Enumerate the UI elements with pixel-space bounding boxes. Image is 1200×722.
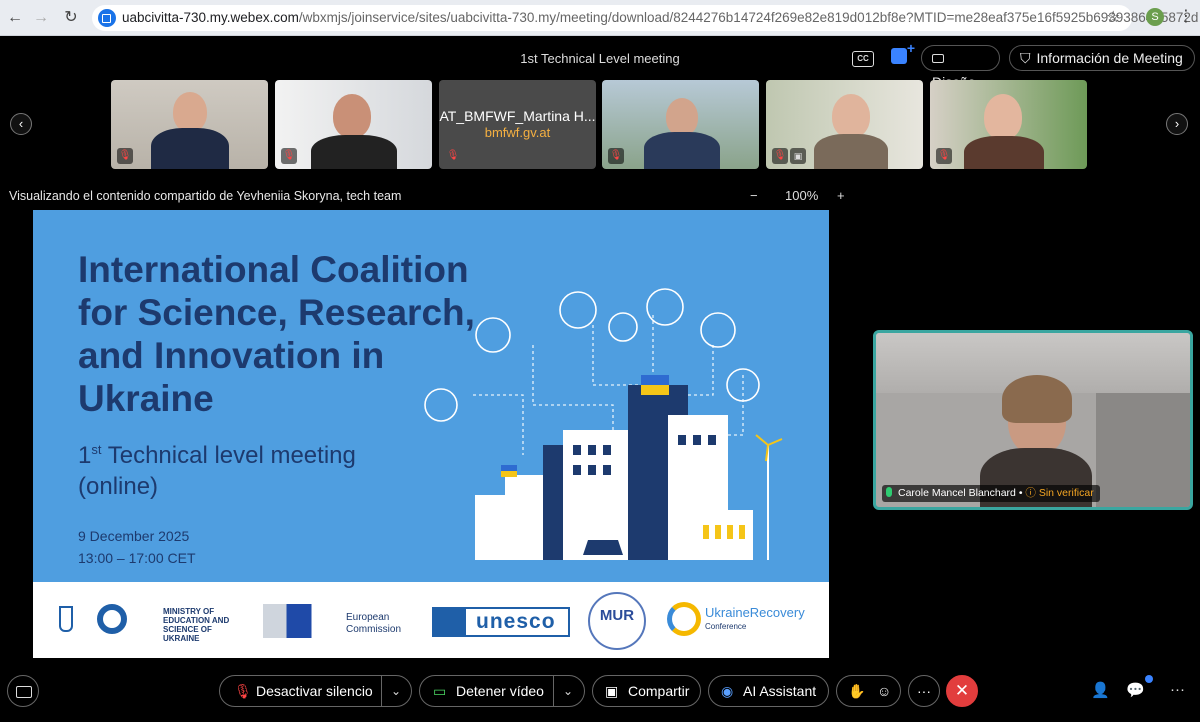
chat-icon[interactable]: 💬 (1126, 681, 1145, 699)
ai-assistant-label: AI Assistant (743, 683, 817, 699)
address-bar[interactable]: uabcivitta-730.my.webex.com/wbxmjs/joins… (92, 5, 1198, 31)
unesco-temple-icon (434, 609, 466, 635)
ai-assistant-button[interactable]: ◉ AI Assistant (708, 675, 829, 707)
reactions-group: ✋ ☺ (836, 675, 901, 707)
browser-menu-icon[interactable]: ⋮ (1178, 6, 1194, 26)
end-call-button[interactable]: ✕ (946, 675, 978, 707)
shield-icon: ⛉ (1020, 50, 1031, 66)
captions-icon[interactable]: CC (852, 51, 874, 67)
participant-domain: bmfwf.gv.at (484, 125, 551, 140)
share-button[interactable]: ▣ Compartir (592, 675, 701, 707)
ministry-name: MINISTRY OF EDUCATION AND SCIENCE OF UKR… (163, 607, 230, 643)
strip-next-button[interactable]: › (1166, 113, 1188, 135)
back-arrow-icon[interactable]: ← (4, 7, 26, 29)
bookmark-star-icon[interactable]: ☆ (1106, 7, 1120, 27)
muted-mic-icon: 🎙 (234, 683, 252, 699)
more-options-button[interactable]: ··· (908, 675, 940, 707)
muted-mic-icon: 🎙 (772, 148, 788, 164)
urc-name: UkraineRecovery Conference (705, 605, 805, 632)
unesco-logo: unesco (432, 607, 570, 637)
unverified-status: ⓘ Sin verificar (1025, 487, 1094, 499)
ai-assistant-icon: ◉ (721, 683, 734, 699)
more-panels-icon[interactable]: ··· (1170, 681, 1185, 698)
reload-icon[interactable]: ↻ (60, 7, 82, 29)
active-mic-icon (886, 487, 892, 497)
meeting-window: 1st Technical Level meeting CC Diseño ⛉I… (0, 37, 1200, 722)
urc-ring-icon (667, 602, 701, 636)
mur-logo: MUR (588, 592, 646, 650)
muted-mic-icon: 🎙 (936, 148, 952, 164)
layout-icon (932, 54, 944, 63)
muted-mic-icon: 🎙 (608, 148, 624, 164)
slide-subtitle: 1st Technical level meeting (online) (78, 442, 356, 500)
forward-arrow-icon[interactable]: → (30, 7, 52, 29)
profile-avatar[interactable]: S (1146, 8, 1164, 26)
participant-tile[interactable]: 🎙 (930, 80, 1087, 169)
participant-tile[interactable]: 🎙 (275, 80, 432, 169)
slide-illustration (424, 288, 783, 560)
participant-tile[interactable]: AT_BMFWF_Martina H... bmfwf.gv.at 🎙 (439, 80, 596, 169)
closed-captions-button[interactable] (7, 675, 39, 707)
url-text: uabcivitta-730.my.webex.com/wbxmjs/joins… (122, 10, 1199, 25)
participant-tile[interactable]: 🎙 (602, 80, 759, 169)
video-label: Detener vídeo (456, 683, 544, 699)
screen-share-indicator-icon: ▣ (790, 148, 806, 164)
share-screen-icon: ▣ (605, 683, 619, 699)
zoom-out-button[interactable]: − (750, 188, 758, 203)
shared-slide: International Coalition for Science, Res… (33, 210, 829, 658)
partner-logos-bar: MINISTRY OF EDUCATION AND SCIENCE OF UKR… (33, 582, 829, 658)
participant-tile[interactable]: 🎙 (111, 80, 268, 169)
active-speaker-video[interactable]: Carole Mancel Blanchard • ⓘ Sin verifica… (873, 330, 1193, 510)
participant-name: AT_BMFWF_Martina H... (439, 108, 596, 124)
muted-mic-icon: 🎙 (117, 148, 133, 164)
meeting-info-button[interactable]: ⛉ Información de Meeting (1009, 45, 1195, 71)
mute-button[interactable]: 🎙 Desactivar silencio ⌄ (219, 675, 412, 707)
raise-hand-icon[interactable]: ✋ (848, 676, 865, 706)
participant-tile[interactable]: 🎙 ▣ (766, 80, 923, 169)
browser-toolbar: ← → ↻ uabcivitta-730.my.webex.com/wbxmjs… (0, 0, 1200, 36)
chat-notification-dot (1145, 675, 1153, 683)
ec-name: European Commission (346, 612, 402, 635)
chevron-down-icon[interactable]: ⌄ (563, 676, 573, 706)
zoom-in-button[interactable]: + (837, 188, 845, 203)
slide-date: 9 December 2025 13:00 – 17:00 CET (78, 528, 196, 566)
emoji-icon[interactable]: ☺ (877, 676, 891, 706)
layout-button[interactable]: Diseño (921, 45, 1000, 90)
strip-prev-button[interactable]: ‹ (10, 113, 32, 135)
add-participant-icon[interactable] (891, 40, 915, 64)
ukraine-trident-icon (59, 606, 73, 632)
ec-flag-icon (263, 604, 341, 638)
mute-label: Desactivar silencio (256, 683, 373, 699)
participants-icon[interactable]: 👤 (1091, 681, 1110, 699)
muted-mic-icon: 🎙 (281, 148, 297, 164)
ministry-logo-icon (97, 604, 127, 634)
muted-mic-icon: 🎙 (446, 150, 460, 161)
sharing-status-text: Visualizando el contenido compartido de … (9, 189, 402, 203)
chevron-down-icon[interactable]: ⌄ (391, 676, 401, 706)
meeting-info-label: Información de Meeting (1036, 50, 1183, 66)
webex-site-icon (98, 9, 116, 27)
zoom-level: 100% (785, 188, 819, 203)
camera-icon: ▭ (433, 683, 447, 699)
share-label: Compartir (628, 683, 690, 699)
speaker-name-label: Carole Mancel Blanchard • ⓘ Sin verifica… (882, 485, 1100, 502)
stop-video-button[interactable]: ▭ Detener vídeo ⌄ (419, 675, 585, 707)
